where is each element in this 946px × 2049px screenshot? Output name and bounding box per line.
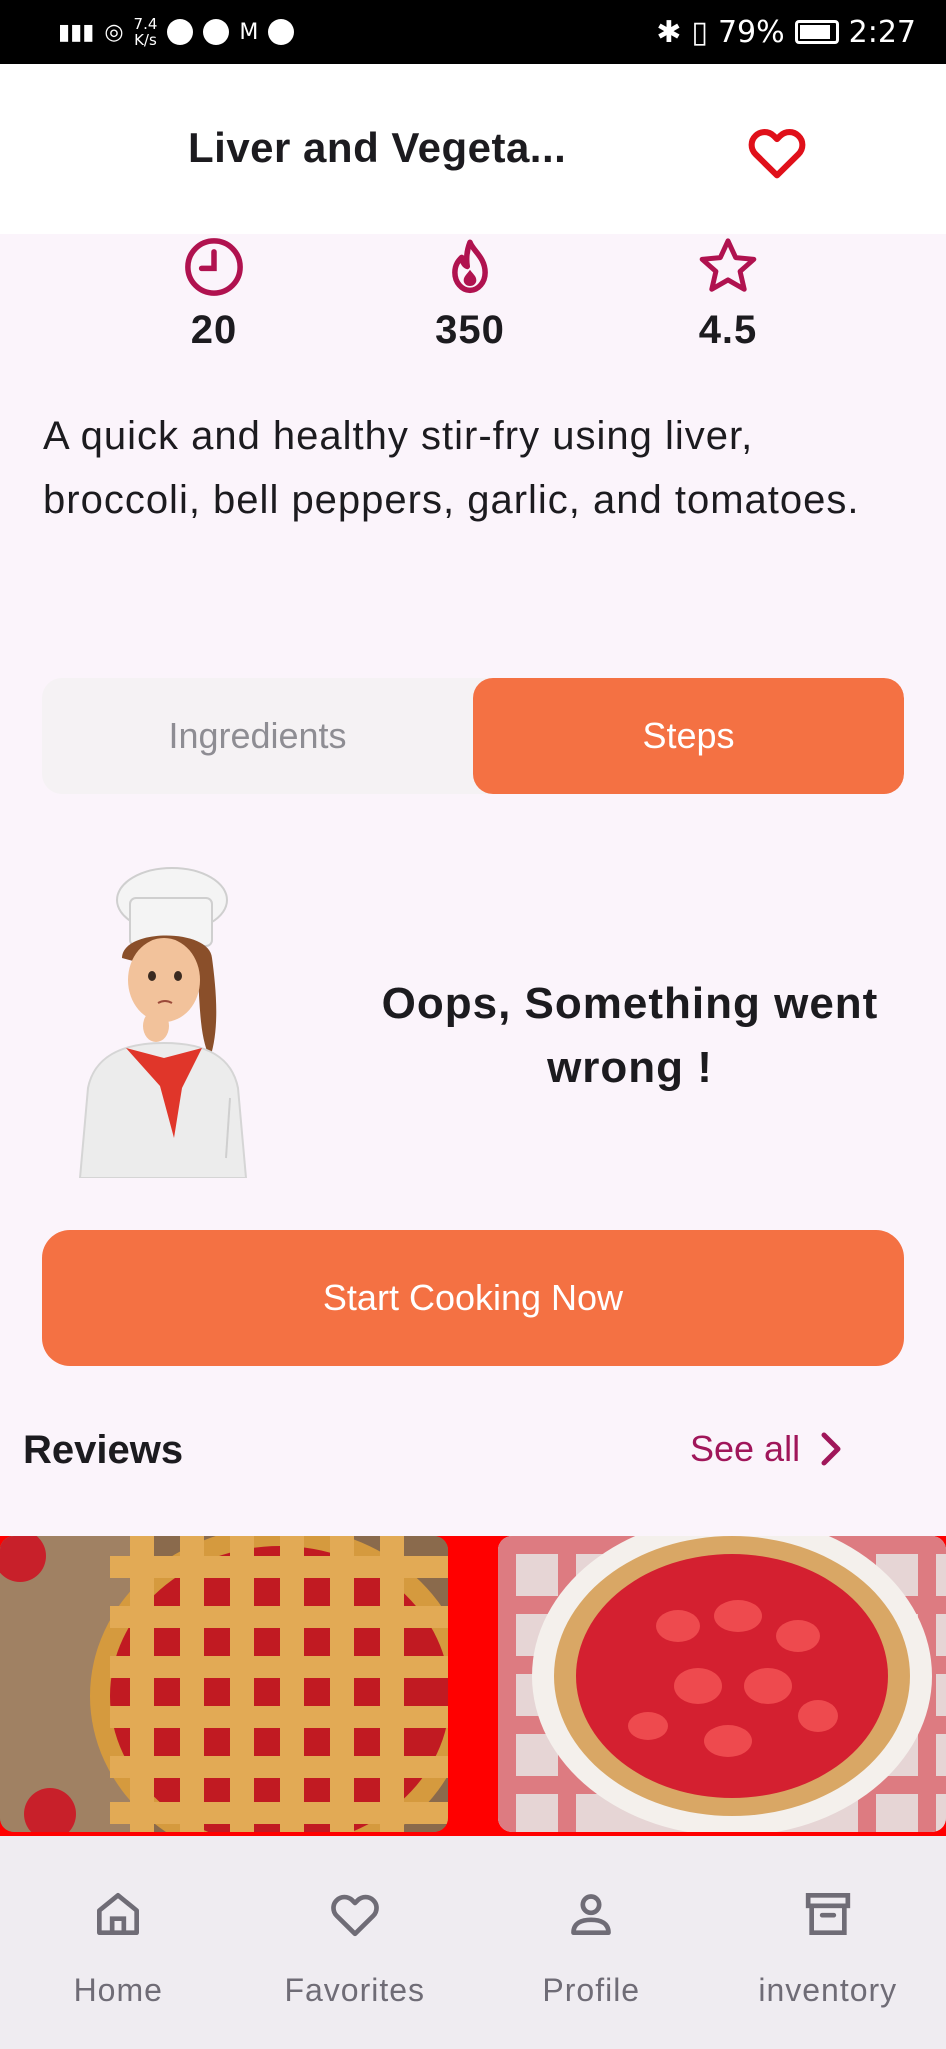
bluetooth-icon: ✱ bbox=[656, 14, 682, 50]
app-bar: Liver and Vegeta... bbox=[0, 64, 946, 234]
rating-value: 4.5 bbox=[698, 308, 758, 352]
review-image-lattice-pie[interactable] bbox=[0, 1536, 448, 1832]
gmail-icon: M bbox=[239, 19, 259, 45]
see-all-label: See all bbox=[690, 1428, 801, 1469]
nav-item-inventory[interactable]: inventory bbox=[710, 1836, 946, 2049]
hotspot-icon: ◎ bbox=[104, 19, 124, 45]
tab-ingredients[interactable]: Ingredients bbox=[42, 678, 473, 794]
battery-icon bbox=[794, 20, 839, 44]
messenger-icon-2 bbox=[268, 19, 295, 45]
bottom-navigation: Home Favorites Profile inventory bbox=[0, 1836, 946, 2049]
error-message: Oops, Something went wrong ! bbox=[381, 979, 879, 1092]
heart-icon bbox=[330, 1894, 379, 1937]
time-value: 20 bbox=[190, 308, 238, 352]
reviews-title: Reviews bbox=[23, 1428, 184, 1472]
review-image-strawberry-pie[interactable] bbox=[498, 1536, 946, 1832]
person-icon bbox=[571, 1894, 612, 1935]
nav-item-profile[interactable]: Profile bbox=[473, 1836, 710, 2049]
time-stat: 20 bbox=[154, 234, 274, 353]
status-right: ✱ ▯ 79% 2:27 bbox=[656, 15, 916, 50]
chef-illustration bbox=[78, 867, 248, 1178]
home-icon bbox=[97, 1893, 140, 1935]
tab-bar: Ingredients Steps bbox=[42, 678, 904, 794]
tab-steps[interactable]: Steps bbox=[473, 678, 904, 794]
battery-percent: 79% bbox=[717, 14, 785, 50]
nav-label-profile: Profile bbox=[542, 1972, 641, 2008]
status-bar: ▮▮▮ ◎ 7.4 K/s M ✱ ▯ 79% 2:27 bbox=[0, 0, 946, 64]
recipe-description: A quick and healthy stir-fry using liver… bbox=[43, 414, 860, 522]
nav-label-favorites: Favorites bbox=[284, 1972, 426, 2008]
network-speed: 7.4 K/s bbox=[134, 16, 158, 48]
fire-icon bbox=[452, 239, 488, 294]
recipe-stats: 20 350 4.5 bbox=[0, 234, 946, 364]
see-all-link[interactable]: See all bbox=[690, 1428, 846, 1470]
rating-stat: 4.5 bbox=[668, 234, 788, 353]
facebook-icon bbox=[203, 19, 230, 45]
nav-label-inventory: inventory bbox=[758, 1972, 898, 2008]
nav-item-home[interactable]: Home bbox=[0, 1836, 237, 2049]
page-title: Liver and Vegeta... bbox=[188, 124, 567, 171]
start-cooking-button[interactable]: Start Cooking Now bbox=[42, 1230, 904, 1366]
network-speed-unit: K/s bbox=[134, 31, 157, 49]
clock: 2:27 bbox=[848, 14, 916, 50]
status-left: ▮▮▮ ◎ 7.4 K/s M bbox=[58, 16, 295, 48]
nav-item-favorites[interactable]: Favorites bbox=[237, 1836, 474, 2049]
calories-value: 350 bbox=[435, 308, 505, 352]
vibrate-icon: ▯ bbox=[691, 14, 708, 50]
calories-stat: 350 bbox=[410, 234, 530, 353]
heart-icon bbox=[748, 129, 806, 179]
clock-icon bbox=[185, 238, 243, 296]
review-gallery bbox=[0, 1536, 946, 1836]
nav-label-home: Home bbox=[73, 1972, 163, 2008]
archive-icon bbox=[805, 1893, 850, 1935]
star-icon bbox=[699, 238, 757, 292]
favorite-button[interactable] bbox=[744, 119, 810, 185]
error-state: Oops, Something went wrong ! bbox=[0, 850, 946, 1180]
signal-icon: ▮▮▮ bbox=[58, 19, 95, 45]
messenger-icon bbox=[167, 19, 194, 45]
strawberry-pie-picture bbox=[498, 1536, 946, 1832]
lattice-pie-picture bbox=[0, 1536, 448, 1832]
chevron-right-icon bbox=[821, 1432, 841, 1466]
